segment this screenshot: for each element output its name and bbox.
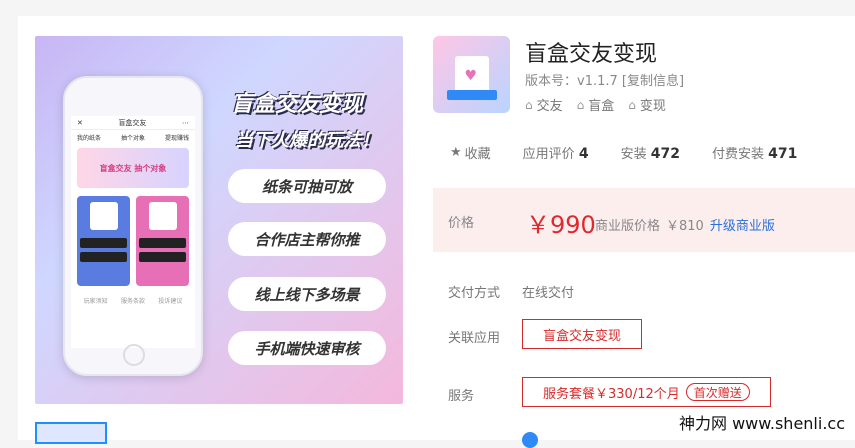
version-info[interactable]: 版本号：v1.1.7 [复制信息] (525, 70, 684, 89)
tag-item[interactable]: ⌂ 变现 (628, 95, 666, 115)
phone-footer-link: 服务条款 (120, 298, 145, 305)
phone-title: 盲盒交友 (118, 118, 147, 127)
heart-icon: ♥ (464, 67, 478, 84)
delivery-label: 交付方式 (448, 286, 501, 301)
box-button (79, 238, 128, 248)
phone-tab: 提现赚钱 (164, 134, 189, 142)
page: ✕ 盲盒交友 ⋯ 我的纸条 抽个对象 提现赚钱 盲盒交友 抽个对象 玩家须知 服… (0, 0, 855, 448)
feature-pill: 手机端快速审核 (228, 331, 386, 365)
phone-footer-link: 投诉建议 (158, 298, 183, 305)
phone-tab: 我的纸条 (77, 134, 102, 142)
phone-blind-boxes (71, 192, 195, 290)
female-box (136, 196, 189, 286)
upgrade-business-link[interactable]: 升级商业版 (710, 215, 775, 234)
phone-screen: ✕ 盲盒交友 ⋯ 我的纸条 抽个对象 提现赚钱 盲盒交友 抽个对象 玩家须知 服… (71, 116, 195, 348)
rating-value: 4 (578, 146, 589, 162)
phone-footer-link: 玩家须知 (83, 298, 108, 305)
home-button-icon (123, 344, 145, 366)
related-app-label: 盲盒交友变现 (543, 328, 622, 344)
thumbnail-selected[interactable] (35, 422, 107, 444)
hero-subtitle: 当下火爆的玩法！ (235, 130, 379, 151)
phone-banner: 盲盒交友 抽个对象 (77, 148, 189, 188)
watermark: 神力网 www.shenli.cc (679, 414, 845, 433)
male-box (77, 196, 130, 286)
more-icon: ⋯ (182, 118, 189, 127)
tag-icon: ⌂ (576, 97, 585, 112)
close-icon: ✕ (77, 118, 83, 127)
business-price-value: ￥810 (666, 219, 704, 234)
paid-install-label: 付费安装 (711, 147, 764, 162)
price-label: 价格 (448, 216, 475, 231)
first-gift-badge: 首次赠送 (685, 383, 750, 401)
tag-icon: ⌂ (525, 97, 533, 112)
related-app-button[interactable]: 盲盒交友变现 (522, 319, 643, 349)
paid-install-value: 471 (768, 146, 798, 162)
tag-item[interactable]: ⌂ 盲盒 (576, 95, 615, 115)
favorite-button[interactable]: ★ 收藏 (450, 143, 491, 162)
phone-mockup: ✕ 盲盒交友 ⋯ 我的纸条 抽个对象 提现赚钱 盲盒交友 抽个对象 玩家须知 服… (63, 76, 203, 376)
avatar (89, 202, 118, 230)
service-package-label: 服务套餐￥330/12个月 (543, 386, 680, 402)
paid-install-stat: 付费安装 471 (712, 143, 797, 162)
tag-label: 交友 (536, 99, 563, 114)
product-title: 盲盒交友变现 (525, 42, 658, 67)
avatar (148, 202, 177, 230)
phone-tab: 抽个对象 (120, 134, 145, 142)
hero-title: 盲盒交友变现 (231, 92, 364, 117)
service-package-button[interactable]: 服务套餐￥330/12个月 首次赠送 (522, 377, 771, 407)
feature-pill: 纸条可抽可放 (228, 169, 386, 203)
install-label: 安装 (620, 147, 647, 162)
tag-label: 变现 (639, 99, 666, 114)
tag-list: ⌂ 交友 ⌂ 盲盒 ⌂ 变现 (525, 95, 666, 115)
box-button (79, 252, 128, 262)
business-price: 商业版价格 ￥810 升级商业版 (595, 215, 775, 234)
phone-header: ✕ 盲盒交友 ⋯ (71, 116, 195, 130)
service-label: 服务 (448, 389, 475, 404)
box-button (138, 238, 187, 248)
tag-icon: ⌂ (628, 97, 636, 112)
tag-item[interactable]: ⌂ 交友 (525, 95, 563, 115)
rating-label: 应用评价 (522, 147, 575, 162)
box-button (138, 252, 187, 262)
install-value: 472 (650, 146, 680, 162)
feature-pill: 合作店主帮你推 (228, 222, 386, 256)
box-base (446, 89, 497, 100)
blind-box-icon: ♥ (446, 55, 497, 100)
favorite-label: 收藏 (464, 147, 491, 162)
related-label: 关联应用 (448, 331, 501, 346)
install-stat: 安装 472 (621, 143, 680, 162)
phone-footer: 玩家须知 服务条款 投诉建议 (71, 290, 195, 311)
phone-tabs: 我的纸条 抽个对象 提现赚钱 (71, 130, 195, 144)
feature-pill: 线上线下多场景 (228, 277, 386, 311)
info-icon (522, 432, 538, 448)
star-icon: ★ (450, 145, 462, 160)
product-hero-image[interactable]: ✕ 盲盒交友 ⋯ 我的纸条 抽个对象 提现赚钱 盲盒交友 抽个对象 玩家须知 服… (35, 36, 403, 404)
app-logo: ♥ (433, 36, 510, 113)
rating-stat: 应用评价 4 (523, 143, 589, 162)
stats-bar: ★ 收藏 应用评价 4 安装 472 付费安装 471 (450, 143, 797, 162)
price-value: ￥990 (526, 211, 596, 239)
business-price-label: 商业版价格 (595, 219, 661, 234)
delivery-value: 在线交付 (522, 286, 575, 301)
tag-label: 盲盒 (588, 99, 615, 114)
